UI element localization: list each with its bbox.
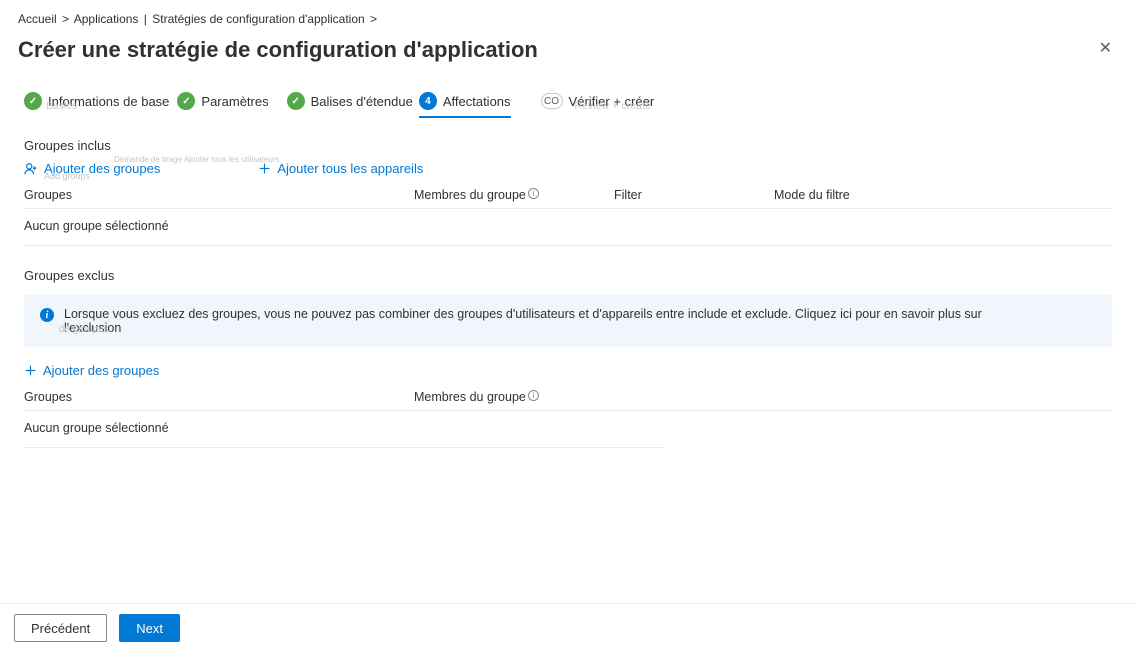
col-groups: Groupes: [24, 188, 414, 202]
tab-assignments-label: Affectations: [443, 94, 511, 109]
breadcrumb-tail: >: [370, 12, 377, 26]
excluded-table-header: Groupes Membres du groupei: [24, 388, 1112, 411]
info-icon[interactable]: i: [528, 390, 539, 401]
col-filter: Filter: [614, 188, 774, 202]
add-all-devices-button[interactable]: Ajouter tous les appareils: [258, 161, 423, 176]
tab-review-ghost: Review + create: [575, 101, 651, 112]
step-code-badge: CO: [541, 93, 563, 109]
included-groups-heading: Groupes inclus: [24, 138, 1112, 153]
wizard-tabs: Informations de base Basics Paramètres B…: [0, 70, 1136, 120]
add-groups-ghost: Add groups: [44, 171, 90, 181]
next-button[interactable]: Next: [119, 614, 180, 642]
info-icon[interactable]: i: [528, 188, 539, 199]
add-groups-button[interactable]: Ajouter des groupes Demande de tirage Aj…: [24, 161, 160, 176]
included-empty-row: Aucun groupe sélectionné: [24, 209, 1112, 246]
add-excluded-groups-button[interactable]: Ajouter des groupes: [24, 363, 159, 378]
breadcrumb-mid: |: [144, 12, 147, 26]
add-excluded-groups-label: Ajouter des groupes: [43, 363, 159, 378]
check-icon: [287, 92, 305, 110]
exclusion-info-banner: i Lorsque vous excluez des groupes, vous…: [24, 295, 1112, 347]
check-icon: [24, 92, 42, 110]
add-person-icon: [24, 162, 38, 176]
tab-review[interactable]: CO Vérifier + créer Review + create: [541, 93, 655, 119]
plus-icon: [258, 162, 271, 175]
check-icon: [177, 92, 195, 110]
col-groups-excl: Groupes: [24, 390, 414, 404]
tab-basics-ghost: Basics: [46, 101, 77, 112]
exclusion-info-text: Lorsque vous excluez des groupes, vous n…: [64, 307, 982, 335]
plus-icon: [24, 364, 37, 377]
add-all-users-ghost: Demande de tirage Ajouter tous les utili…: [114, 155, 279, 164]
exclusion-info-ghost: de groupes.: [59, 324, 112, 335]
excluded-empty-row: Aucun groupe sélectionné: [24, 411, 664, 448]
previous-button[interactable]: Précédent: [14, 614, 107, 642]
tab-settings-label: Paramètres: [201, 94, 268, 109]
tab-scope-tags[interactable]: Balises d'étendue: [287, 92, 413, 120]
breadcrumb-policies[interactable]: Stratégies de configuration d'applicatio…: [152, 12, 364, 26]
breadcrumb-home[interactable]: Accueil: [18, 12, 57, 26]
add-all-devices-label: Ajouter tous les appareils: [277, 161, 423, 176]
tab-assignments[interactable]: 4 Affectations: [419, 92, 511, 120]
included-actions: Ajouter des groupes Demande de tirage Aj…: [24, 161, 1112, 176]
wizard-footer: Précédent Next: [0, 603, 1136, 652]
page-title: Créer une stratégie de configuration d'a…: [18, 37, 538, 63]
breadcrumb-apps[interactable]: Applications: [74, 12, 139, 26]
breadcrumb-sep: >: [62, 12, 69, 26]
close-icon[interactable]: ✕: [1093, 32, 1118, 64]
included-table-header: Groupes Membres du groupei Filter Mode d…: [24, 186, 1112, 209]
tab-basics[interactable]: Informations de base Basics: [24, 92, 169, 120]
col-members-excl: Membres du groupei: [414, 390, 674, 404]
breadcrumb: Accueil > Applications | Stratégies de c…: [0, 8, 1136, 26]
tab-settings[interactable]: Paramètres: [177, 92, 268, 120]
info-icon: i: [40, 308, 54, 322]
tab-scope-label: Balises d'étendue: [311, 94, 413, 109]
step-number-icon: 4: [419, 92, 437, 110]
col-members: Membres du groupei: [414, 188, 614, 202]
excluded-groups-heading: Groupes exclus: [24, 268, 1112, 283]
excluded-actions: Ajouter des groupes: [24, 363, 1112, 378]
col-filter-mode: Mode du filtre: [774, 188, 974, 202]
